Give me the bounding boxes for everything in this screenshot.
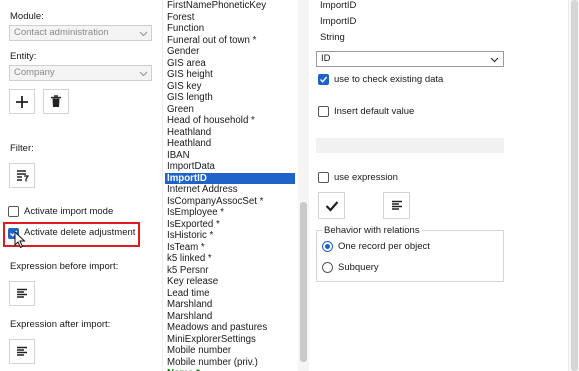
one-record-label: One record per object — [338, 241, 430, 252]
use-expression-label: use expression — [334, 172, 398, 183]
chevron-down-icon — [139, 69, 148, 78]
module-select[interactable]: Contact administration — [9, 25, 152, 41]
list-item[interactable]: Forest — [165, 12, 295, 24]
list-item[interactable]: Heathland — [165, 138, 295, 150]
list-item[interactable]: ImportData — [165, 161, 295, 173]
list-item[interactable]: IsHistoric * — [165, 230, 295, 242]
list-item[interactable]: Heathland — [165, 127, 295, 139]
checkmark-icon — [319, 75, 328, 84]
use-to-check-checkbox[interactable] — [318, 74, 329, 85]
field-list[interactable]: FirstNamePhoneticKey Forest Function Funera… — [162, 0, 309, 371]
add-button[interactable] — [9, 89, 35, 114]
list-item[interactable]: Internet Address — [165, 184, 295, 196]
list-item[interactable]: Mobile number — [165, 345, 295, 357]
list-item[interactable]: k5 Persnr — [165, 265, 295, 277]
trash-icon — [50, 95, 62, 108]
list-item[interactable]: IsExported * — [165, 219, 295, 231]
panel-scrollbar-thumb[interactable] — [571, 0, 578, 371]
list-item[interactable]: IsEmployee * — [165, 207, 295, 219]
expression-after-button[interactable] — [9, 339, 35, 364]
expression-before-label: Expression before import: — [10, 261, 119, 272]
field-name-text: ImportID — [320, 0, 357, 11]
list-item[interactable]: FirstNamePhoneticKey — [165, 0, 295, 12]
delete-button[interactable] — [43, 89, 69, 114]
list-item[interactable]: IsTeam * — [165, 242, 295, 254]
use-expression-checkbox[interactable] — [318, 172, 329, 183]
list-item[interactable]: Mobile number (priv.) — [165, 357, 295, 369]
mouse-cursor-icon — [14, 231, 26, 249]
list-item[interactable]: Gender — [165, 46, 295, 58]
confirm-button[interactable] — [318, 192, 345, 219]
subquery-label: Subquery — [338, 262, 379, 273]
list-item[interactable]: Marshland — [165, 299, 295, 311]
behavior-group-title: Behavior with relations — [322, 225, 422, 236]
align-left-icon — [16, 288, 28, 299]
field-caption-text: ImportID — [320, 16, 357, 27]
list-item[interactable]: Meadows and pastures — [165, 322, 295, 334]
activate-delete-adjustment-label: Activate delete adjustment — [24, 227, 136, 238]
one-record-radio[interactable] — [322, 241, 333, 252]
list-item[interactable]: Key release — [165, 276, 295, 288]
activate-import-mode-checkbox[interactable] — [8, 206, 19, 217]
behavior-group — [316, 230, 504, 282]
filter-icon — [16, 169, 29, 182]
list-item[interactable]: MiniExplorerSettings — [165, 334, 295, 346]
field-list-scrollbar-thumb[interactable] — [300, 202, 307, 362]
default-value-field[interactable] — [316, 138, 504, 153]
list-item[interactable]: k5 linked * — [165, 253, 295, 265]
list-item[interactable]: ImportID — [165, 172, 295, 184]
list-item[interactable]: Funeral out of town * — [165, 35, 295, 47]
module-label: Module: — [10, 11, 44, 22]
list-item[interactable]: Marshland — [165, 311, 295, 323]
edit-expression-button[interactable] — [383, 192, 410, 219]
filter-label: Filter: — [10, 143, 34, 154]
list-item[interactable]: GIS key — [165, 81, 295, 93]
list-item[interactable]: IBAN — [165, 150, 295, 162]
list-item[interactable]: Head of household * — [165, 115, 295, 127]
list-item[interactable]: Lead time — [165, 288, 295, 300]
checkmark-icon — [325, 200, 339, 212]
list-item[interactable]: Green — [165, 104, 295, 116]
expression-after-label: Expression after import: — [10, 319, 111, 330]
align-left-icon — [391, 200, 403, 211]
target-field-select-value: ID — [321, 53, 331, 64]
expression-before-button[interactable] — [9, 281, 35, 306]
field-list-scrollbar[interactable] — [298, 0, 309, 371]
entity-select-value: Company — [14, 67, 55, 78]
insert-default-label: Insert default value — [334, 106, 415, 117]
chevron-down-icon — [139, 29, 148, 38]
list-item[interactable]: IsCompanyAssocSet * — [165, 196, 295, 208]
field-type-text: String — [320, 32, 345, 43]
list-item[interactable]: GIS area — [165, 58, 295, 70]
align-left-icon — [16, 346, 28, 357]
list-item[interactable]: GIS height — [165, 69, 295, 81]
target-field-select[interactable]: ID — [316, 51, 504, 67]
subquery-radio[interactable] — [322, 262, 333, 273]
list-item[interactable]: Function — [165, 23, 295, 35]
insert-default-checkbox[interactable] — [318, 106, 329, 117]
module-select-value: Contact administration — [14, 27, 109, 38]
panel-scrollbar[interactable] — [568, 0, 579, 371]
filter-button[interactable] — [9, 163, 35, 188]
entity-label: Entity: — [10, 51, 37, 62]
use-to-check-label: use to check existing data — [334, 74, 444, 85]
entity-select[interactable]: Company — [9, 65, 152, 81]
activate-import-mode-label: Activate import mode — [24, 206, 114, 217]
plus-icon — [15, 95, 29, 109]
list-item[interactable]: GIS length — [165, 92, 295, 104]
chevron-down-icon — [490, 55, 499, 64]
